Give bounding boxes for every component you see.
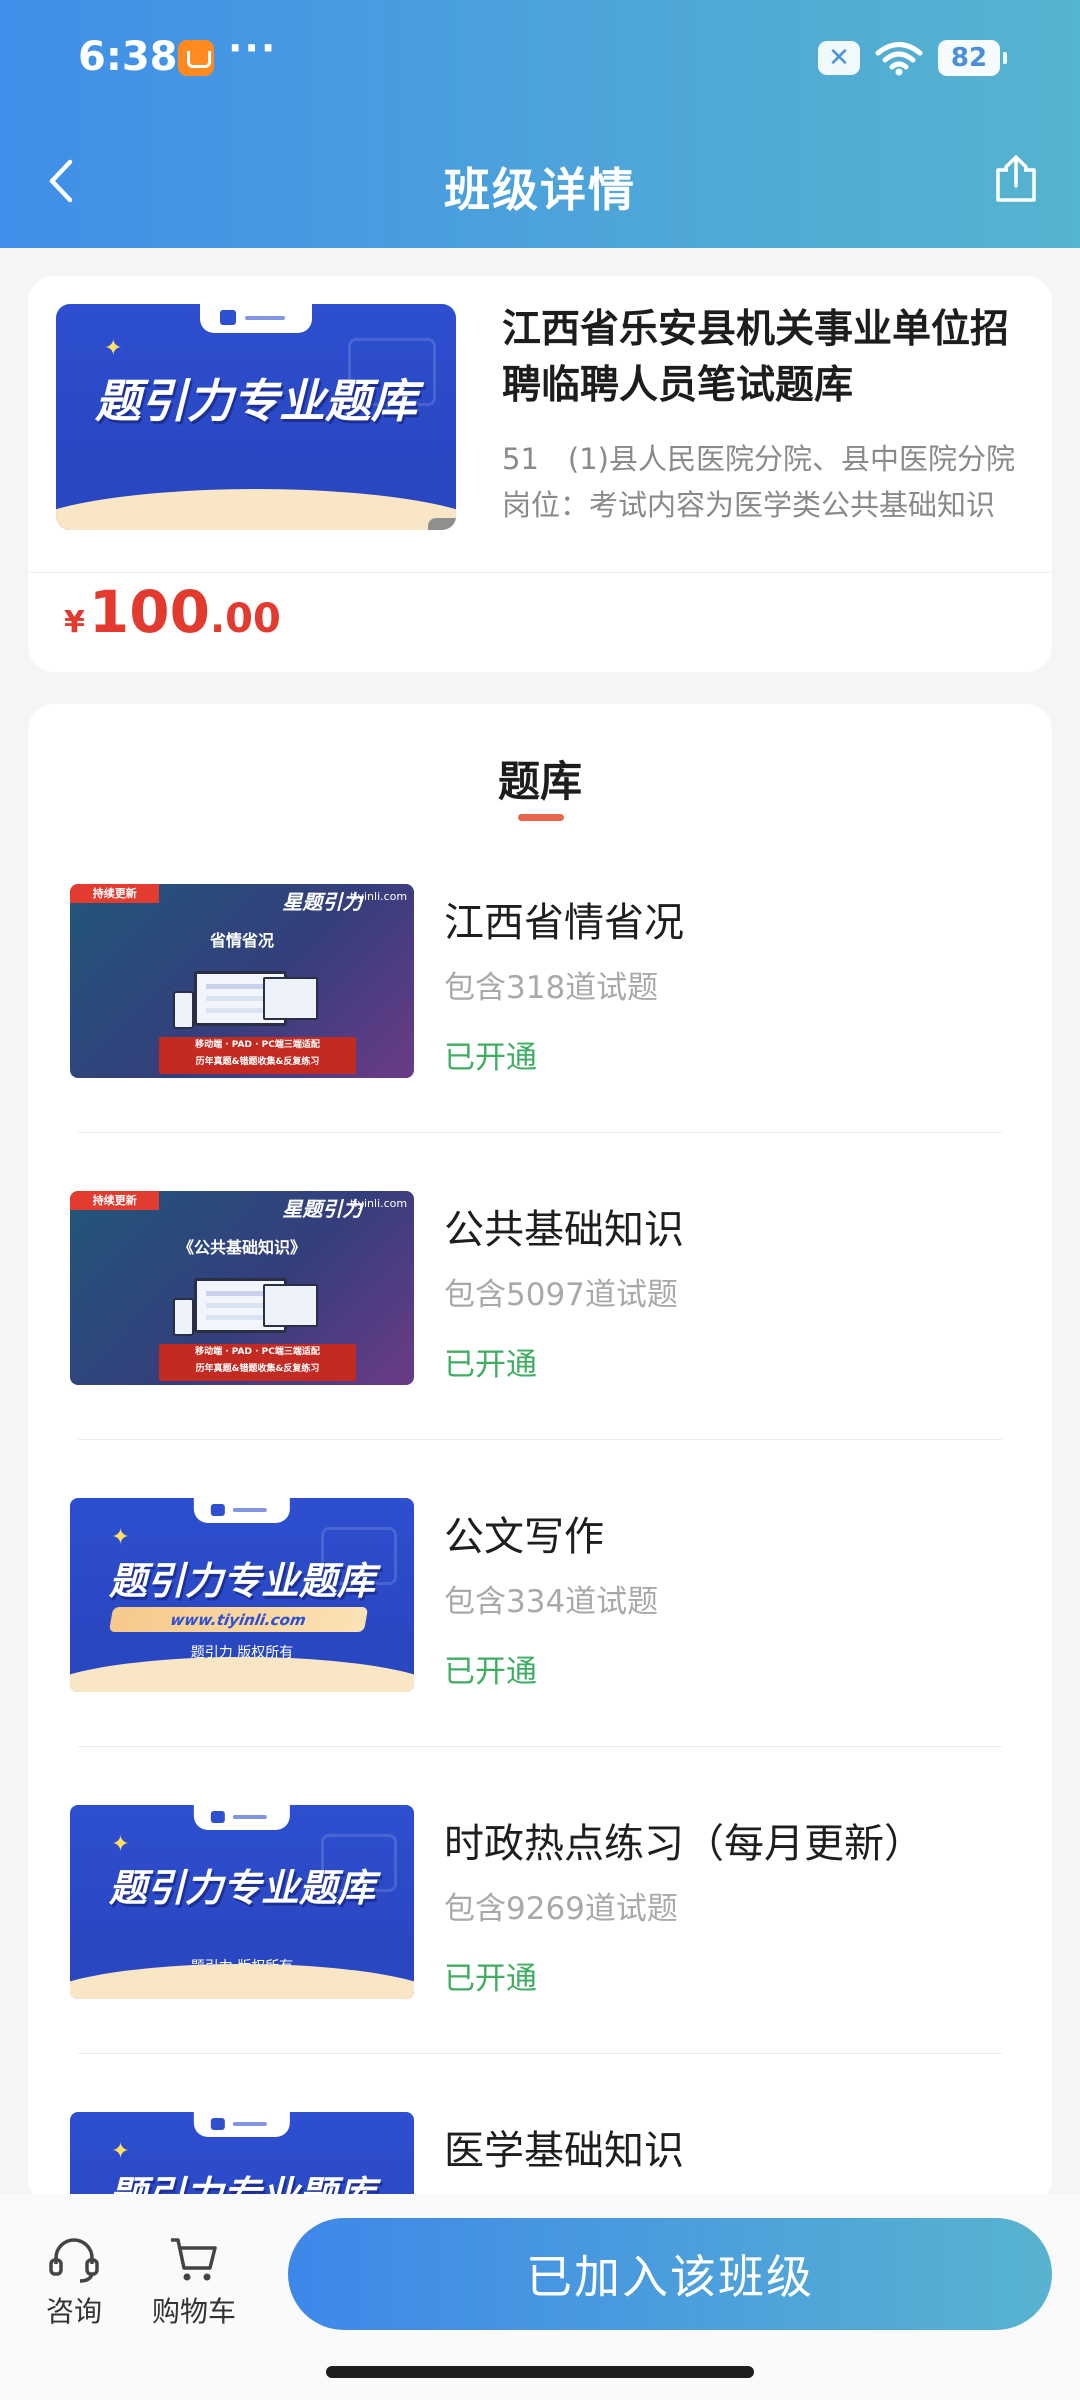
star-decoration-icon: ✦: [104, 335, 123, 361]
cover-title: 题引力专业题库: [108, 1866, 375, 1911]
cover-feature-line: 历年真题&错题收集&反复练习: [195, 1364, 320, 1375]
cover-feature-bar: 移动端 · PAD · PC端三端适配 历年真题&错题收集&反复练习: [159, 1344, 356, 1382]
bank-item[interactable]: 持续更新 星题引力 tiyinli.com 省情省况 移动端 · PAD · P…: [28, 884, 1052, 1191]
divider: [28, 572, 1052, 573]
class-cover-image: ✦ 题引力专业题库 题引力 版权所有: [56, 304, 456, 530]
cover-corner: [428, 518, 456, 530]
laptop-illustration: [262, 977, 318, 1020]
status-time: 6:38: [78, 34, 178, 80]
shopping-cart-icon: [171, 2238, 217, 2281]
bank-question-count: 包含9269道试题: [444, 1891, 678, 1927]
cover-logo-tab: [193, 2112, 291, 2138]
phone-illustration: [173, 1297, 194, 1337]
bank-title: 江西省情省况: [444, 900, 684, 946]
wifi-icon: [875, 42, 923, 76]
bank-cover-image: 持续更新 星题引力 tiyinli.com 《公共基础知识》 移动端 · PAD…: [70, 1191, 414, 1385]
cover-feature-line: 移动端 · PAD · PC端三端适配: [195, 1347, 320, 1358]
status-indicators: ✕ 82: [818, 38, 1007, 78]
bank-item[interactable]: 持续更新 星题引力 tiyinli.com 《公共基础知识》 移动端 · PAD…: [28, 1191, 1052, 1498]
tab-active-indicator: [518, 814, 564, 821]
divider: [78, 2053, 1002, 2054]
bank-cover-image: ✦ 题引力专业题库 题引力 版权所有: [70, 1805, 414, 1999]
cover-feature-line: 移动端 · PAD · PC端三端适配: [195, 1040, 320, 1051]
bank-question-count: 包含334道试题: [444, 1584, 659, 1620]
cover-logo-tab: [193, 1805, 291, 1831]
cover-title: 题引力专业题库: [108, 1559, 375, 1604]
price-integer: 100: [88, 578, 210, 646]
class-title: 江西省乐安县机关事业单位招聘临聘人员笔试题库: [502, 307, 1010, 408]
star-decoration-icon: ✦: [111, 1525, 130, 1551]
bank-item[interactable]: ✦ 题引力专业题库 www.tiyinli.com 题引力 版权所有 公文写作 …: [28, 1498, 1052, 1805]
cover-title: 题引力专业题库: [95, 374, 417, 429]
consult-label: 咨询: [45, 2295, 102, 2328]
battery-indicator: 82: [938, 40, 1007, 76]
header: 6:38 ··· ✕ 82 班级详情: [0, 0, 1080, 248]
status-bar: 6:38 ··· ✕ 82: [0, 0, 1080, 116]
cart-button[interactable]: 购物车: [144, 2234, 244, 2330]
phone-illustration: [173, 990, 194, 1030]
cover-url: tiyinli.com: [350, 889, 408, 903]
cover-feature-bar: 移动端 · PAD · PC端三端适配 历年真题&错题收集&反复练习: [159, 1037, 356, 1075]
bank-cover-image: 持续更新 星题引力 tiyinli.com 省情省况 移动端 · PAD · P…: [70, 884, 414, 1078]
bank-item[interactable]: ✦ 题引力专业题库 题引力 版权所有 时政热点练习（每月更新） 包含9269道试…: [28, 1805, 1052, 2112]
joined-class-button[interactable]: 已加入该班级: [288, 2218, 1052, 2330]
bank-title: 公文写作: [444, 1514, 604, 1560]
bank-title: 医学基础知识: [444, 2128, 684, 2174]
bank-status: 已开通: [444, 1654, 537, 1690]
share-icon[interactable]: [992, 154, 1040, 204]
cart-label: 购物车: [151, 2295, 236, 2328]
cover-url: tiyinli.com: [350, 1196, 408, 1210]
divider: [78, 1746, 1002, 1747]
bank-status: 已开通: [444, 1040, 537, 1076]
divider: [78, 1132, 1002, 1133]
cover-heading: 省情省况: [209, 930, 274, 950]
bank-cover-image: ✦ 题引力专业题库 www.tiyinli.com 题引力 版权所有: [70, 1498, 414, 1692]
bank-item[interactable]: ✦ 题引力专业题库 医学基础知识: [28, 2112, 1052, 2204]
cover-tag: 持续更新: [70, 884, 160, 904]
tab-question-bank[interactable]: 题库: [28, 748, 1052, 809]
class-description: 51 (1)县人民医院分院、县中医院分院岗位：考试内容为医学类公共基础知识: [502, 442, 1015, 522]
more-notifications-icon: ···: [228, 26, 278, 70]
cover-logo-tab: [200, 304, 312, 334]
home-indicator[interactable]: [326, 2366, 754, 2378]
question-bank-card: 题库 持续更新 星题引力 tiyinli.com 省情省况 移动端 · PAD …: [28, 704, 1052, 2204]
laptop-illustration: [262, 1284, 318, 1327]
bank-title: 时政热点练习（每月更新）: [444, 1821, 924, 1867]
class-price: ¥ 100 .00: [64, 578, 281, 658]
cover-url-banner: www.tiyinli.com: [109, 1606, 369, 1632]
bank-title: 公共基础知识: [444, 1207, 684, 1253]
page-title: 班级详情: [444, 163, 636, 217]
price-decimal: .00: [209, 596, 281, 642]
shopping-app-icon: [178, 40, 214, 76]
cover-heading: 《公共基础知识》: [177, 1237, 306, 1257]
headset-icon: [49, 2238, 99, 2283]
data-off-icon: ✕: [818, 41, 860, 75]
star-decoration-icon: ✦: [111, 1832, 130, 1858]
bank-question-count: 包含5097道试题: [444, 1277, 678, 1313]
divider: [78, 1439, 1002, 1440]
star-decoration-icon: ✦: [111, 2139, 130, 2165]
bank-status: 已开通: [444, 1347, 537, 1383]
bank-question-count: 包含318道试题: [444, 970, 659, 1006]
class-info-card: ✦ 题引力专业题库 题引力 版权所有 江西省乐安县机关事业单位招聘临聘人员笔试题…: [28, 276, 1052, 672]
bank-cover-image: ✦ 题引力专业题库: [70, 2112, 414, 2204]
bank-status: 已开通: [444, 1961, 537, 1997]
cover-tag: 持续更新: [70, 1191, 160, 1211]
cover-wave: [70, 1657, 414, 1692]
price-currency: ¥: [64, 605, 85, 640]
cover-logo-tab: [193, 1498, 291, 1524]
cover-feature-line: 历年真题&错题收集&反复练习: [195, 1057, 320, 1068]
consult-button[interactable]: 咨询: [24, 2234, 124, 2330]
